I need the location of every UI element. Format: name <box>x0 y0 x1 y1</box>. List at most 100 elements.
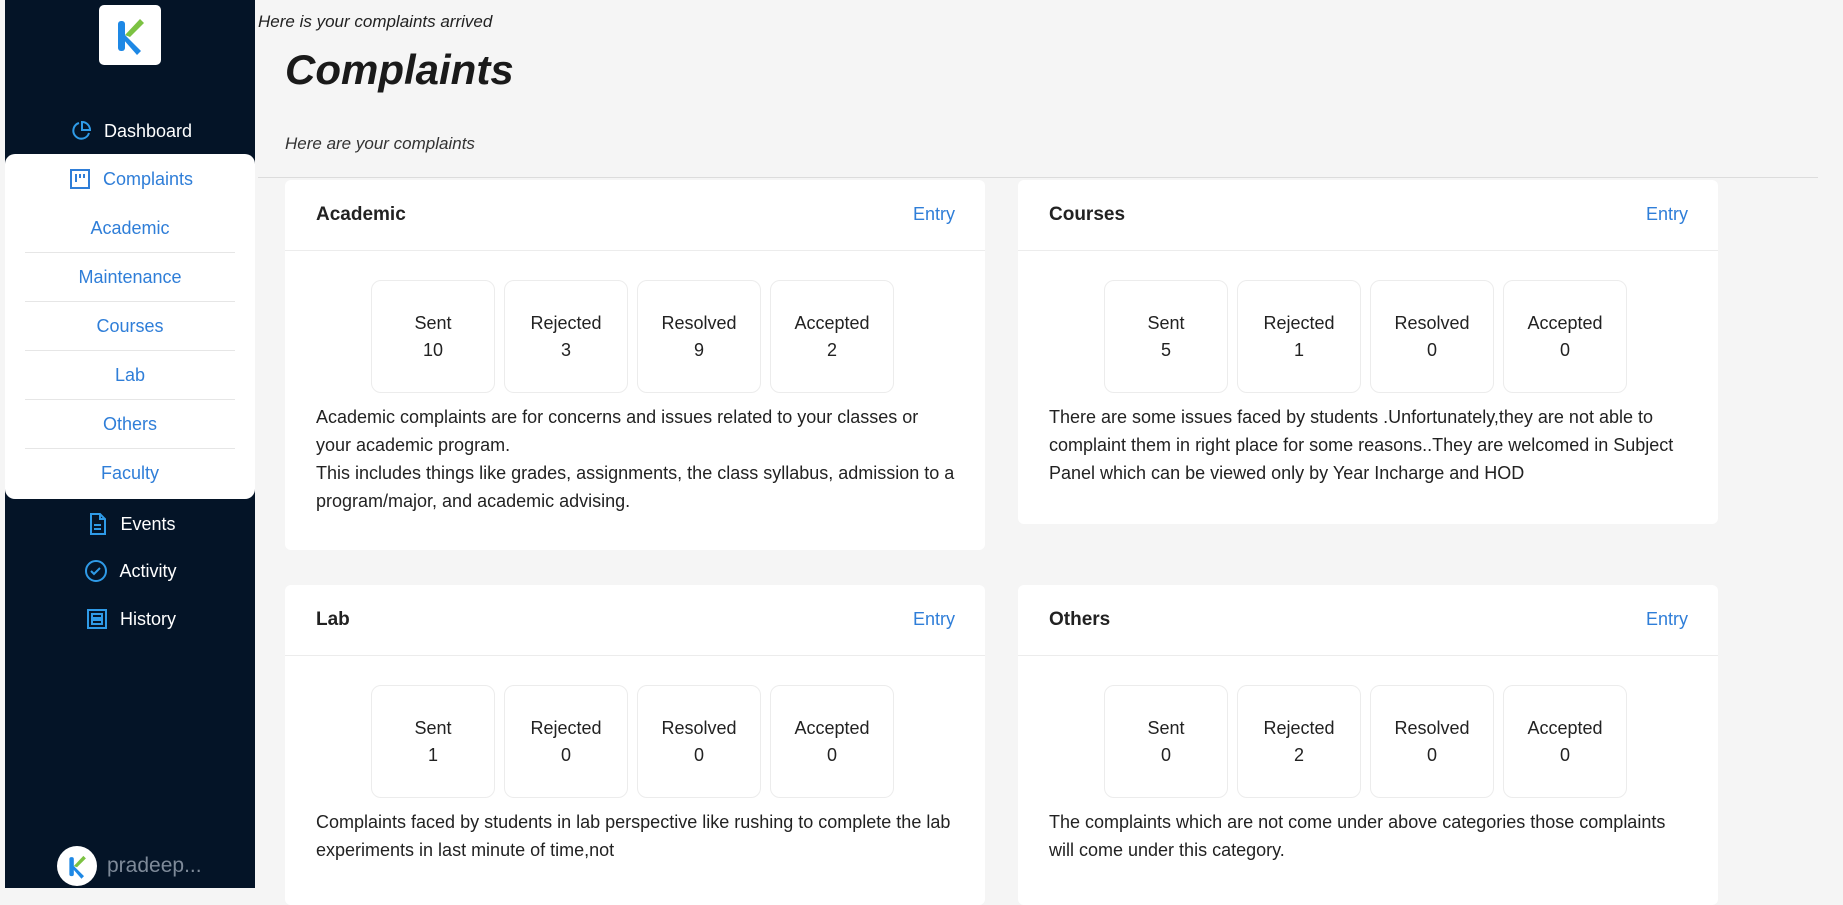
card-header: Lab Entry <box>285 585 985 656</box>
nav-history-label: History <box>119 608 176 629</box>
stat-value: 9 <box>693 339 704 360</box>
card-description: Academic complaints are for concerns and… <box>316 407 955 511</box>
stat-value: 0 <box>1559 339 1570 360</box>
app-logo[interactable] <box>99 5 161 65</box>
entry-link[interactable]: Entry <box>1646 204 1688 225</box>
stats-row: Sent 10 Rejected 3 Resolved 9 Accepted 2 <box>371 280 894 393</box>
sidebar-item-academic[interactable]: Academic <box>25 204 235 253</box>
avatar <box>57 846 97 886</box>
stat-sent: Sent 0 <box>1104 685 1228 798</box>
nav-complaints-label: Complaints <box>102 168 194 189</box>
stat-accepted: Accepted 0 <box>770 685 894 798</box>
stat-value: 0 <box>693 744 704 765</box>
nav-dashboard[interactable]: Dashboard <box>5 114 255 148</box>
card-description: Complaints faced by students in lab pers… <box>316 812 951 860</box>
stat-label: Sent <box>1147 312 1185 333</box>
document-icon <box>84 511 110 537</box>
card-title: Others <box>1049 609 1111 630</box>
stat-accepted: Accepted 0 <box>1503 280 1627 393</box>
user-name: pradeep... <box>107 854 202 877</box>
stat-resolved: Resolved 0 <box>637 685 761 798</box>
stat-rejected: Rejected 0 <box>504 685 628 798</box>
stat-sent: Sent 10 <box>371 280 495 393</box>
stat-label: Rejected <box>1263 717 1335 738</box>
stat-value: 0 <box>1160 744 1171 765</box>
sidebar-item-courses[interactable]: Courses <box>25 302 235 351</box>
entry-link[interactable]: Entry <box>913 609 955 630</box>
stat-resolved: Resolved 0 <box>1370 280 1494 393</box>
check-circle-icon <box>83 558 109 584</box>
stat-value: 2 <box>1293 744 1304 765</box>
complaints-submenu: Complaints Academic Maintenance Courses … <box>5 154 255 499</box>
stat-rejected: Rejected 3 <box>504 280 628 393</box>
stat-value: 0 <box>1559 744 1570 765</box>
logo-icon <box>118 19 144 55</box>
stat-rejected: Rejected 2 <box>1237 685 1361 798</box>
pie-chart-icon <box>68 118 94 144</box>
stat-value: 5 <box>1160 339 1171 360</box>
stat-label: Accepted <box>794 312 870 333</box>
stat-label: Resolved <box>1394 312 1470 333</box>
stat-label: Rejected <box>1263 312 1335 333</box>
card-description: The complaints which are not come under … <box>1049 812 1666 860</box>
stats-row: Sent 0 Rejected 2 Resolved 0 Accepted 0 <box>1104 685 1627 798</box>
nav-events-label: Events <box>120 513 176 534</box>
notice-text: Here is your complaints arrived <box>258 12 493 31</box>
stat-label: Accepted <box>1527 717 1603 738</box>
stat-label: Accepted <box>1527 312 1603 333</box>
card-header: Others Entry <box>1018 585 1718 656</box>
stat-accepted: Accepted 2 <box>770 280 894 393</box>
stat-value: 10 <box>422 339 444 360</box>
stats-row: Sent 1 Rejected 0 Resolved 0 Accepted 0 <box>371 685 894 798</box>
nav-dashboard-label: Dashboard <box>103 120 193 141</box>
entry-link[interactable]: Entry <box>913 204 955 225</box>
card-lab: Lab Entry Sent 1 Rejected 0 Resolved 0 Acce… <box>285 585 985 905</box>
sidebar: Dashboard Complaints Academic Maintenanc… <box>5 0 255 888</box>
stat-label: Rejected <box>530 312 602 333</box>
divider <box>258 177 1818 178</box>
sidebar-item-others[interactable]: Others <box>25 400 235 449</box>
user-profile[interactable]: pradeep... <box>57 846 202 886</box>
stat-resolved: Resolved 0 <box>1370 685 1494 798</box>
nav-history[interactable]: History <box>5 602 255 636</box>
stat-value: 1 <box>1293 339 1304 360</box>
card-others: Others Entry Sent 0 Rejected 2 Resolved 0 A… <box>1018 585 1718 905</box>
stat-label: Rejected <box>530 717 602 738</box>
entry-link[interactable]: Entry <box>1646 609 1688 630</box>
page-subtitle: Here are your complaints <box>285 134 475 153</box>
stat-value: 0 <box>560 744 571 765</box>
stat-value: 0 <box>826 744 837 765</box>
card-title: Lab <box>316 609 350 630</box>
stat-value: 0 <box>1426 744 1437 765</box>
card-academic: Academic Entry Sent 10 Rejected 3 Resolved… <box>285 180 985 550</box>
card-header: Academic Entry <box>285 180 985 251</box>
stat-label: Sent <box>1147 717 1185 738</box>
stat-sent: Sent 5 <box>1104 280 1228 393</box>
nav-complaints[interactable]: Complaints <box>5 162 255 196</box>
stat-label: Resolved <box>1394 717 1470 738</box>
stat-label: Sent <box>414 717 452 738</box>
sidebar-item-maintenance[interactable]: Maintenance <box>25 253 235 302</box>
card-title: Courses <box>1049 204 1126 225</box>
sidebar-item-lab[interactable]: Lab <box>25 351 235 400</box>
stat-label: Resolved <box>661 717 737 738</box>
stat-sent: Sent 1 <box>371 685 495 798</box>
nav-activity[interactable]: Activity <box>5 554 255 588</box>
stat-value: 2 <box>826 339 837 360</box>
stat-rejected: Rejected 1 <box>1237 280 1361 393</box>
card-courses: Courses Entry Sent 5 Rejected 1 Resolved 0 … <box>1018 180 1718 524</box>
page-title: Complaints <box>285 46 514 93</box>
archive-icon <box>84 606 110 632</box>
card-title: Academic <box>316 204 406 225</box>
stat-accepted: Accepted 0 <box>1503 685 1627 798</box>
stat-label: Sent <box>414 312 452 333</box>
stat-label: Accepted <box>794 717 870 738</box>
stat-value: 1 <box>427 744 438 765</box>
nav-events[interactable]: Events <box>5 507 255 541</box>
stat-value: 3 <box>560 339 571 360</box>
nav-activity-label: Activity <box>119 560 177 581</box>
card-description: There are some issues faced by students … <box>1049 407 1674 483</box>
logo-icon <box>69 855 86 879</box>
stats-row: Sent 5 Rejected 1 Resolved 0 Accepted 0 <box>1104 280 1627 393</box>
sidebar-item-faculty[interactable]: Faculty <box>25 449 235 497</box>
